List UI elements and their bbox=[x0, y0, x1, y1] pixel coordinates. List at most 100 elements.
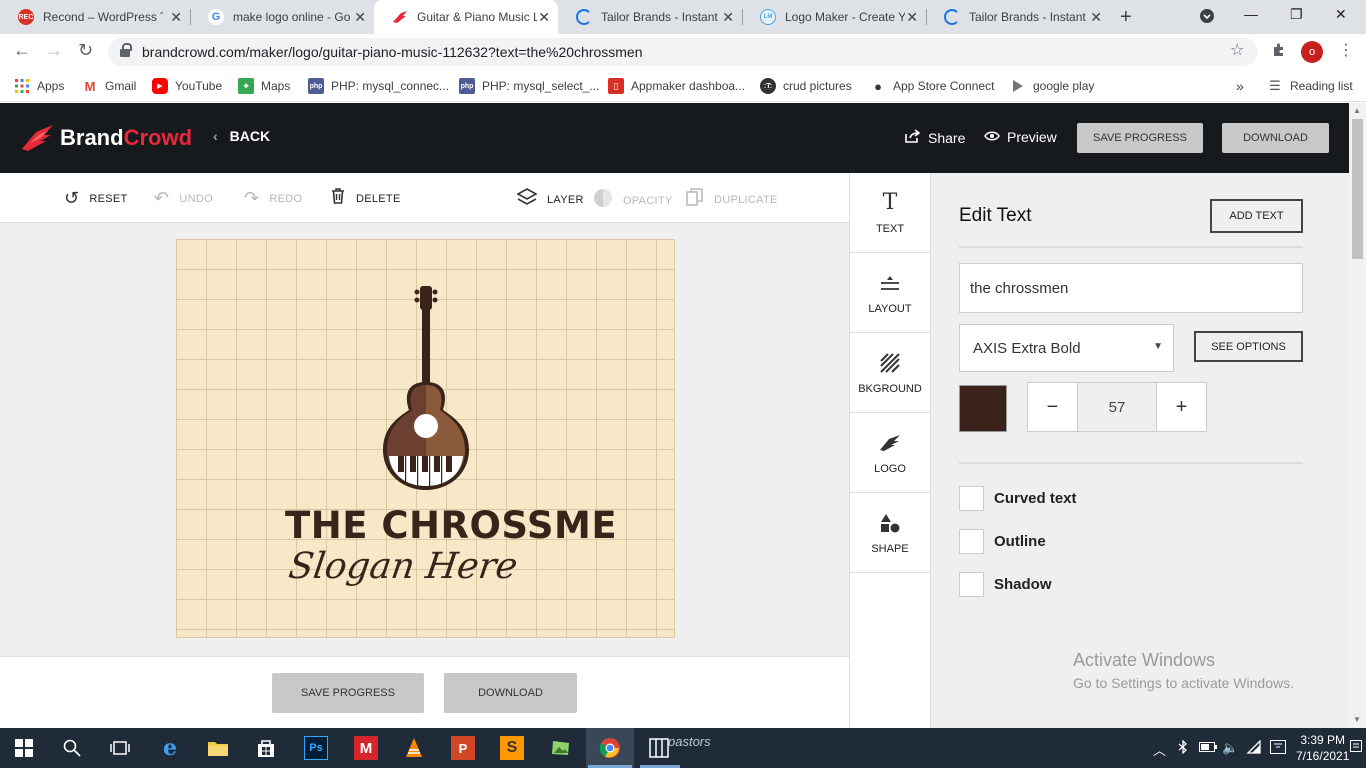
extensions-icon[interactable] bbox=[1271, 42, 1287, 61]
save-progress-button[interactable]: SAVE PROGRESS bbox=[1077, 123, 1203, 153]
increase-size-button[interactable]: + bbox=[1157, 383, 1206, 431]
bookmark-gmail[interactable]: M Gmail bbox=[82, 76, 137, 96]
language-icon[interactable] bbox=[1270, 740, 1286, 757]
forward-arrow-icon[interactable]: → bbox=[45, 40, 63, 61]
profile-avatar[interactable]: o bbox=[1301, 41, 1323, 63]
download-bottom-button[interactable]: DOWNLOAD bbox=[444, 673, 577, 713]
close-tab-icon[interactable]: ✕ bbox=[722, 9, 734, 25]
close-tab-icon[interactable]: ✕ bbox=[354, 9, 366, 25]
save-progress-bottom-button[interactable]: SAVE PROGRESS bbox=[272, 673, 424, 713]
text-content-input[interactable] bbox=[959, 263, 1303, 313]
logo-canvas[interactable]: THE CHROSSME Slogan Here bbox=[176, 239, 675, 638]
scroll-down-icon[interactable]: ▼ bbox=[1353, 715, 1361, 724]
decrease-size-button[interactable]: − bbox=[1028, 383, 1077, 431]
bookmark-appmaker[interactable]: ▯ Appmaker dashboa... bbox=[608, 76, 745, 96]
browser-tab-active[interactable]: Guitar & Piano Music L ✕ bbox=[374, 0, 558, 34]
checkbox-box[interactable] bbox=[959, 529, 984, 554]
side-nav-logo[interactable]: LOGO bbox=[850, 413, 930, 493]
preview-button[interactable]: Preview bbox=[984, 129, 1057, 145]
chrome-menu-icon[interactable]: ⋮ bbox=[1338, 40, 1354, 60]
back-arrow-icon[interactable]: ← bbox=[13, 40, 31, 61]
page-scrollbar[interactable]: ▲ ▼ bbox=[1349, 103, 1366, 728]
text-color-swatch[interactable] bbox=[959, 385, 1007, 432]
scroll-up-icon[interactable]: ▲ bbox=[1353, 106, 1361, 115]
search-icon[interactable] bbox=[60, 736, 84, 760]
share-button[interactable]: Share bbox=[905, 129, 965, 146]
guitar-piano-emblem[interactable] bbox=[383, 286, 469, 492]
sublime-text-icon[interactable]: S bbox=[500, 736, 524, 760]
address-bar[interactable]: brandcrowd.com/maker/logo/guitar-piano-m… bbox=[108, 38, 1258, 66]
vlc-icon[interactable] bbox=[402, 736, 426, 760]
system-clock[interactable]: 3:39 PM 7/16/2021 bbox=[1296, 732, 1349, 764]
browser-tab[interactable]: Tailor Brands - Instant ✕ bbox=[558, 0, 742, 34]
bookmark-app-store[interactable]: ● App Store Connect bbox=[870, 76, 994, 96]
bookmark-apps[interactable]: Apps bbox=[14, 76, 64, 96]
bookmark-google-play[interactable]: google play bbox=[1010, 76, 1094, 96]
notifications-icon[interactable] bbox=[1350, 740, 1362, 757]
duplicate-button[interactable]: DUPLICATE bbox=[686, 188, 778, 211]
reload-icon[interactable]: ↻ bbox=[78, 40, 93, 61]
font-size-value[interactable]: 57 bbox=[1077, 383, 1157, 431]
photos-icon[interactable] bbox=[549, 736, 573, 760]
store-icon[interactable] bbox=[254, 736, 278, 760]
show-hidden-icons[interactable]: ︿ bbox=[1153, 740, 1166, 759]
side-nav-shape[interactable]: SHAPE bbox=[850, 493, 930, 573]
mcafee-icon[interactable]: M bbox=[354, 736, 378, 760]
outline-checkbox[interactable]: Outline bbox=[959, 529, 1046, 554]
minimize-icon[interactable]: — bbox=[1244, 6, 1258, 22]
curved-text-checkbox[interactable]: Curved text bbox=[959, 486, 1077, 511]
wifi-icon[interactable] bbox=[1246, 739, 1262, 757]
side-nav-text[interactable]: T TEXT bbox=[850, 173, 930, 253]
shadow-checkbox[interactable]: Shadow bbox=[959, 572, 1052, 597]
windows-start-icon[interactable] bbox=[12, 736, 36, 760]
checkbox-box[interactable] bbox=[959, 572, 984, 597]
add-text-button[interactable]: ADD TEXT bbox=[1210, 199, 1303, 233]
file-explorer-icon[interactable] bbox=[206, 736, 230, 760]
back-button[interactable]: ‹ BACK bbox=[213, 128, 270, 144]
delete-button[interactable]: DELETE bbox=[330, 188, 401, 209]
see-options-button[interactable]: SEE OPTIONS bbox=[1194, 331, 1303, 362]
side-nav-background[interactable]: BKGROUND bbox=[850, 333, 930, 413]
browser-tab[interactable]: LM Logo Maker - Create Y ✕ bbox=[742, 0, 926, 34]
close-tab-icon[interactable]: ✕ bbox=[538, 9, 550, 25]
browser-tab[interactable]: G make logo online - Go ✕ bbox=[190, 0, 374, 34]
logo-title-text[interactable]: THE CHROSSME bbox=[285, 504, 617, 547]
opacity-button[interactable]: OPACITY bbox=[593, 188, 673, 213]
tab-search-icon[interactable] bbox=[1199, 8, 1215, 27]
download-button[interactable]: DOWNLOAD bbox=[1222, 123, 1329, 153]
bookmark-star-icon[interactable]: ☆ bbox=[1230, 40, 1244, 60]
chrome-icon[interactable] bbox=[598, 736, 622, 760]
checkbox-box[interactable] bbox=[959, 486, 984, 511]
bookmark-crud[interactable]: :T: crud pictures bbox=[760, 76, 852, 96]
bookmark-php-select[interactable]: php PHP: mysql_select_... bbox=[459, 76, 599, 96]
volume-icon[interactable]: 🔈 bbox=[1222, 740, 1238, 756]
undo-button[interactable]: ↶ UNDO bbox=[154, 188, 213, 209]
reset-button[interactable]: ↺ RESET bbox=[64, 188, 128, 209]
layer-button[interactable]: LAYER bbox=[516, 188, 584, 211]
browser-tab[interactable]: REC Recond – WordPress T ✕ bbox=[0, 0, 190, 34]
close-tab-icon[interactable]: ✕ bbox=[170, 9, 182, 25]
logo-slogan-text[interactable]: Slogan Here bbox=[286, 546, 520, 587]
task-view-icon[interactable] bbox=[108, 736, 132, 760]
edge-icon[interactable]: e bbox=[158, 735, 182, 761]
browser-tab[interactable]: Tailor Brands - Instant ✕ bbox=[926, 0, 1110, 34]
new-tab-icon[interactable]: + bbox=[1120, 6, 1132, 29]
maximize-icon[interactable]: ❐ bbox=[1290, 6, 1303, 23]
redo-button[interactable]: ↷ REDO bbox=[244, 188, 302, 209]
bluetooth-icon[interactable] bbox=[1178, 739, 1188, 757]
bookmark-maps[interactable]: ⌖ Maps bbox=[238, 76, 290, 96]
bookmark-php-connect[interactable]: php PHP: mysql_connec... bbox=[308, 76, 449, 96]
bookmark-youtube[interactable]: ▶ YouTube bbox=[152, 76, 222, 96]
brandcrowd-logo[interactable]: Brand Crowd bbox=[20, 123, 192, 153]
close-tab-icon[interactable]: ✕ bbox=[1090, 9, 1102, 25]
font-family-select[interactable]: AXIS Extra Bold ▼ bbox=[959, 324, 1174, 372]
side-nav-layout[interactable]: LAYOUT bbox=[850, 253, 930, 333]
battery-icon[interactable] bbox=[1199, 740, 1217, 755]
close-window-icon[interactable]: ✕ bbox=[1335, 6, 1347, 23]
powerpoint-icon[interactable]: P bbox=[451, 736, 475, 760]
scrollbar-thumb[interactable] bbox=[1352, 119, 1363, 259]
font-size-stepper[interactable]: − 57 + bbox=[1027, 382, 1207, 432]
close-tab-icon[interactable]: ✕ bbox=[906, 9, 918, 25]
more-bookmarks-button[interactable]: » bbox=[1236, 76, 1244, 96]
photoshop-icon[interactable]: Ps bbox=[304, 736, 328, 760]
